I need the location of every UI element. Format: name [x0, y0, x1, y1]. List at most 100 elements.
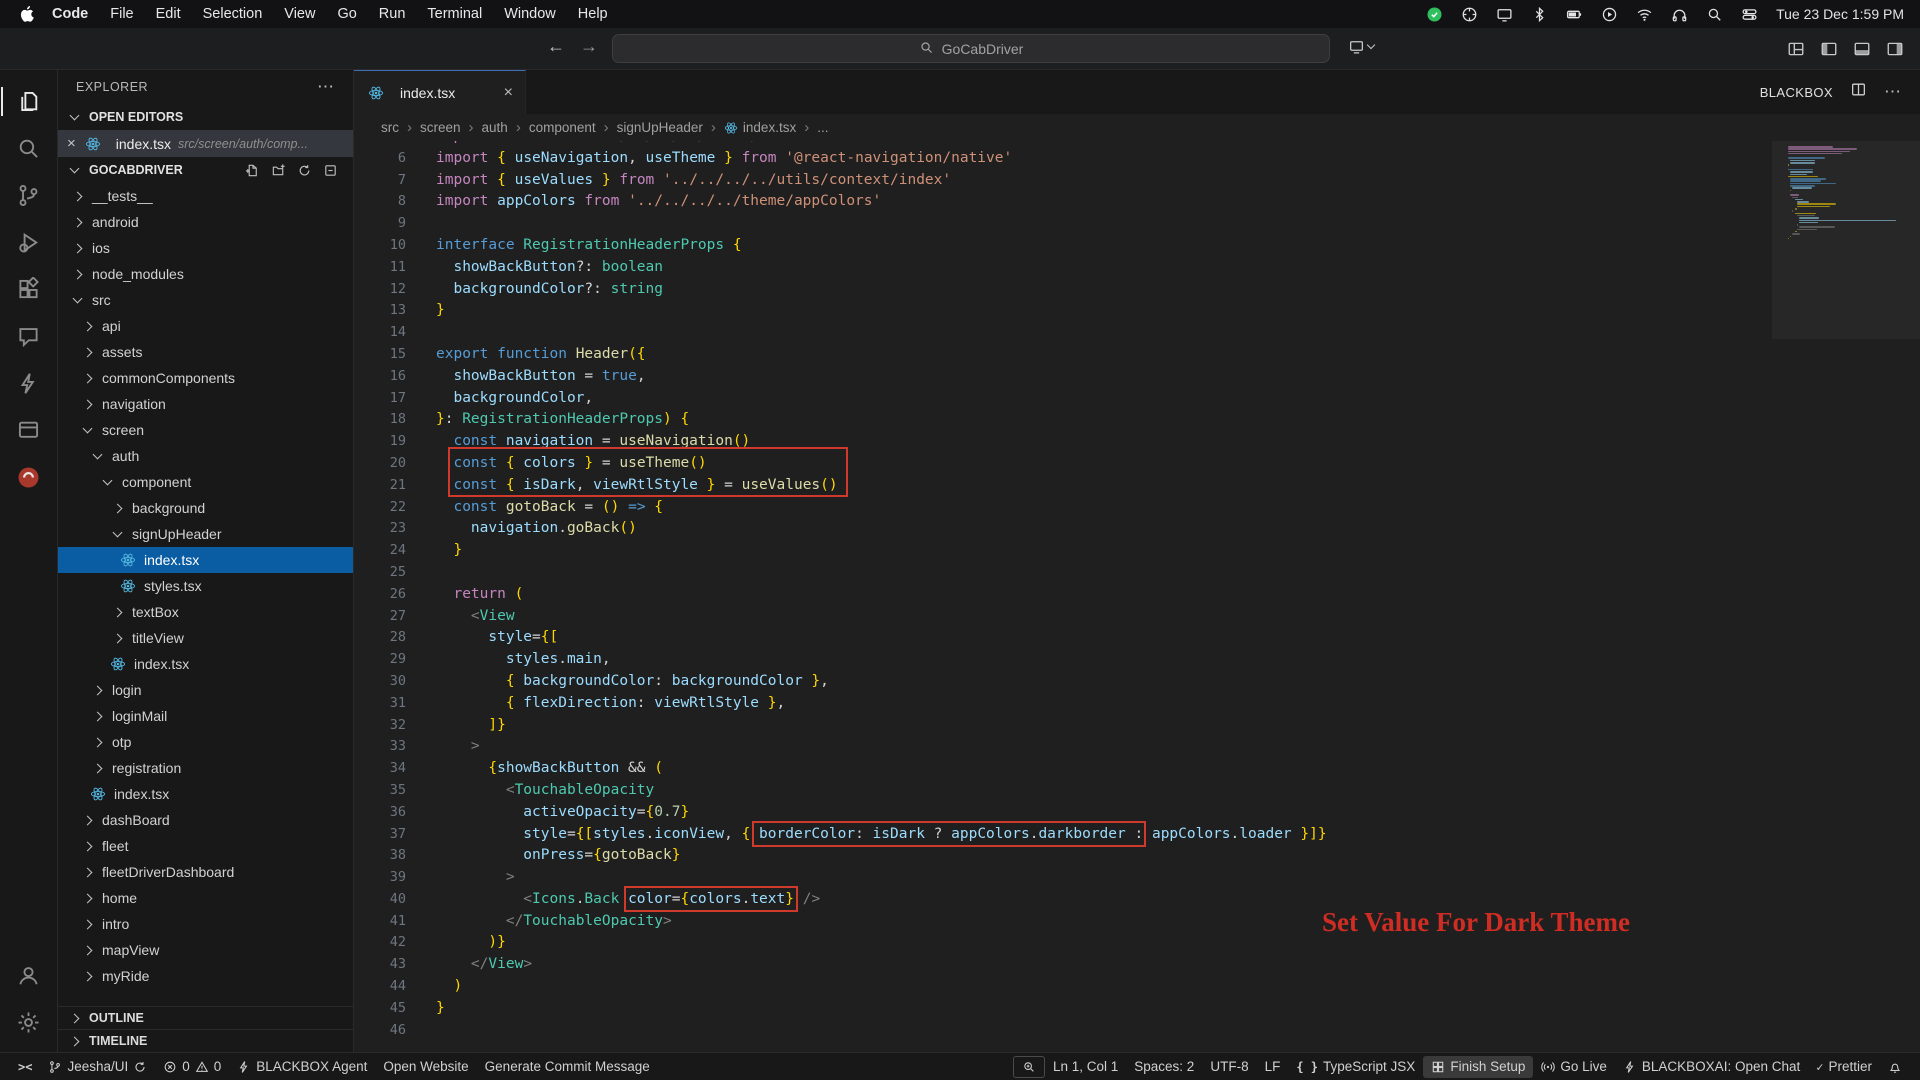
menu-edit[interactable]: Edit	[145, 6, 192, 22]
breadcrumb-src[interactable]: src	[381, 120, 399, 135]
menu-go[interactable]: Go	[326, 6, 367, 22]
menu-selection[interactable]: Selection	[192, 6, 274, 22]
display-icon[interactable]	[1496, 6, 1513, 23]
menu-terminal[interactable]: Terminal	[416, 6, 493, 22]
tree-item-otp[interactable]: otp	[58, 729, 353, 755]
apple-icon[interactable]	[20, 6, 35, 22]
code-line-39[interactable]: 39 >	[354, 867, 1920, 889]
tree-item-titleView[interactable]: titleView	[58, 625, 353, 651]
menu-code[interactable]: Code	[41, 6, 99, 22]
layout-icon[interactable]	[1787, 40, 1805, 58]
activity-extensions[interactable]	[1, 266, 57, 313]
tree-item-__tests__[interactable]: __tests__	[58, 183, 353, 209]
command-center-search[interactable]: GoCabDriver	[612, 34, 1330, 63]
tree-item-index.tsx[interactable]: index.tsx	[58, 651, 353, 677]
code-line-26[interactable]: 26 return (	[354, 584, 1920, 606]
activity-remote-explorer[interactable]	[1, 407, 57, 454]
nav-back-icon[interactable]: ←	[547, 36, 565, 57]
battery-icon[interactable]	[1566, 6, 1583, 23]
activity-run-debug[interactable]	[1, 219, 57, 266]
headphones-icon[interactable]	[1671, 6, 1688, 23]
activity-settings[interactable]	[1, 999, 57, 1046]
tree-item-component[interactable]: component	[58, 469, 353, 495]
collapseall-icon[interactable]	[323, 163, 338, 178]
tab-index-tsx[interactable]: index.tsx ×	[354, 70, 526, 114]
breadcrumb-component[interactable]: component	[529, 120, 596, 135]
code-line-42[interactable]: 42 )}	[354, 932, 1920, 954]
code-line-45[interactable]: 45}	[354, 998, 1920, 1020]
open-editors-header[interactable]: OPEN EDITORS	[58, 104, 353, 130]
code-line-15[interactable]: 15export function Header({	[354, 344, 1920, 366]
code-line-22[interactable]: 22 const gotoBack = () => {	[354, 497, 1920, 519]
tree-item-myRide[interactable]: myRide	[58, 963, 353, 989]
code-line-36[interactable]: 36 activeOpacity={0.7}	[354, 802, 1920, 824]
statusbar-open-website[interactable]: Open Website	[375, 1056, 476, 1078]
code-line-32[interactable]: 32 ]}	[354, 715, 1920, 737]
timeline-section[interactable]: TIMELINE	[58, 1029, 353, 1052]
tree-item-home[interactable]: home	[58, 885, 353, 911]
code-line-17[interactable]: 17 backgroundColor,	[354, 388, 1920, 410]
tree-item-api[interactable]: api	[58, 313, 353, 339]
code-line-37[interactable]: 37 style={[styles.iconView, { borderColo…	[354, 824, 1920, 846]
statusbar-problems[interactable]: 00	[155, 1056, 229, 1078]
code-line-10[interactable]: 10interface RegistrationHeaderProps {	[354, 235, 1920, 257]
code-line-13[interactable]: 13}	[354, 300, 1920, 322]
statusbar-language[interactable]: { }TypeScript JSX	[1288, 1056, 1423, 1078]
code-line-28[interactable]: 28 style={[	[354, 627, 1920, 649]
code-line-7[interactable]: 7import { useValues } from '../../../../…	[354, 170, 1920, 192]
refresh-icon[interactable]	[297, 163, 312, 178]
statusbar-eol[interactable]: LF	[1257, 1056, 1289, 1078]
panelbottom-icon[interactable]	[1853, 40, 1871, 58]
code-line-41[interactable]: 41 </TouchableOpacity>	[354, 911, 1920, 933]
greenapp-icon[interactable]	[1426, 6, 1443, 23]
code-line-30[interactable]: 30 { backgroundColor: backgroundColor },	[354, 671, 1920, 693]
code-line-34[interactable]: 34 {showBackButton && (	[354, 758, 1920, 780]
code-line-38[interactable]: 38 onPress={gotoBack}	[354, 845, 1920, 867]
code-line-44[interactable]: 44 )	[354, 976, 1920, 998]
tree-item-signUpHeader[interactable]: signUpHeader	[58, 521, 353, 547]
tree-item-dashBoard[interactable]: dashBoard	[58, 807, 353, 833]
menu-help[interactable]: Help	[567, 6, 619, 22]
tree-item-fleet[interactable]: fleet	[58, 833, 353, 859]
minimap[interactable]	[1772, 141, 1920, 1052]
activity-search[interactable]	[1, 125, 57, 172]
code-line-24[interactable]: 24 }	[354, 540, 1920, 562]
tree-item-mapView[interactable]: mapView	[58, 937, 353, 963]
statusbar-finish-setup[interactable]: Finish Setup	[1423, 1056, 1533, 1078]
statusbar-branch[interactable]: Jeesha/UI	[40, 1056, 155, 1078]
code-line-6[interactable]: 6import { useNavigation, useTheme } from…	[354, 148, 1920, 170]
newfolder-icon[interactable]	[271, 163, 286, 178]
tree-item-src[interactable]: src	[58, 287, 353, 313]
code-line-12[interactable]: 12 backgroundColor?: string	[354, 279, 1920, 301]
activity-blackbox-agent[interactable]	[1, 360, 57, 407]
code-line-5[interactable]: 5import Icons from '../../../../utils/ic…	[354, 141, 1920, 148]
statusbar-encoding[interactable]: UTF-8	[1202, 1056, 1256, 1078]
tree-item-assets[interactable]: assets	[58, 339, 353, 365]
panelright-icon[interactable]	[1886, 40, 1904, 58]
menu-file[interactable]: File	[99, 6, 144, 22]
statusbar-blackbox-agent[interactable]: BLACKBOX Agent	[229, 1056, 375, 1078]
tree-item-styles.tsx[interactable]: styles.tsx	[58, 573, 353, 599]
statusbar-blackbox-chat[interactable]: BLACKBOXAI: Open Chat	[1615, 1056, 1808, 1078]
split-editor-icon[interactable]	[1850, 81, 1867, 103]
tree-item-registration[interactable]: registration	[58, 755, 353, 781]
nav-forward-icon[interactable]: →	[580, 36, 598, 57]
code-line-16[interactable]: 16 showBackButton = true,	[354, 366, 1920, 388]
breadcrumb-signupheader[interactable]: signUpHeader	[617, 120, 703, 135]
more-actions-icon[interactable]: ⋯	[1884, 82, 1902, 102]
playcirc-icon[interactable]	[1601, 6, 1618, 23]
statusbar-prettier[interactable]: ✓Prettier	[1808, 1056, 1880, 1078]
activity-blackbox-ai[interactable]	[1, 454, 57, 501]
tree-item-login[interactable]: login	[58, 677, 353, 703]
tree-item-ios[interactable]: ios	[58, 235, 353, 261]
aperture-icon[interactable]	[1461, 6, 1478, 23]
statusbar-generate-commit[interactable]: Generate Commit Message	[477, 1056, 658, 1078]
wifi-icon[interactable]	[1636, 6, 1653, 23]
menu-view[interactable]: View	[273, 6, 326, 22]
remote-window-icon[interactable]	[1348, 38, 1374, 55]
code-line-19[interactable]: 19 const navigation = useNavigation()	[354, 431, 1920, 453]
code-line-21[interactable]: 21 const { isDark, viewRtlStyle } = useV…	[354, 475, 1920, 497]
statusbar-remote[interactable]: ><	[10, 1056, 40, 1078]
tree-item-loginMail[interactable]: loginMail	[58, 703, 353, 729]
code-line-29[interactable]: 29 styles.main,	[354, 649, 1920, 671]
